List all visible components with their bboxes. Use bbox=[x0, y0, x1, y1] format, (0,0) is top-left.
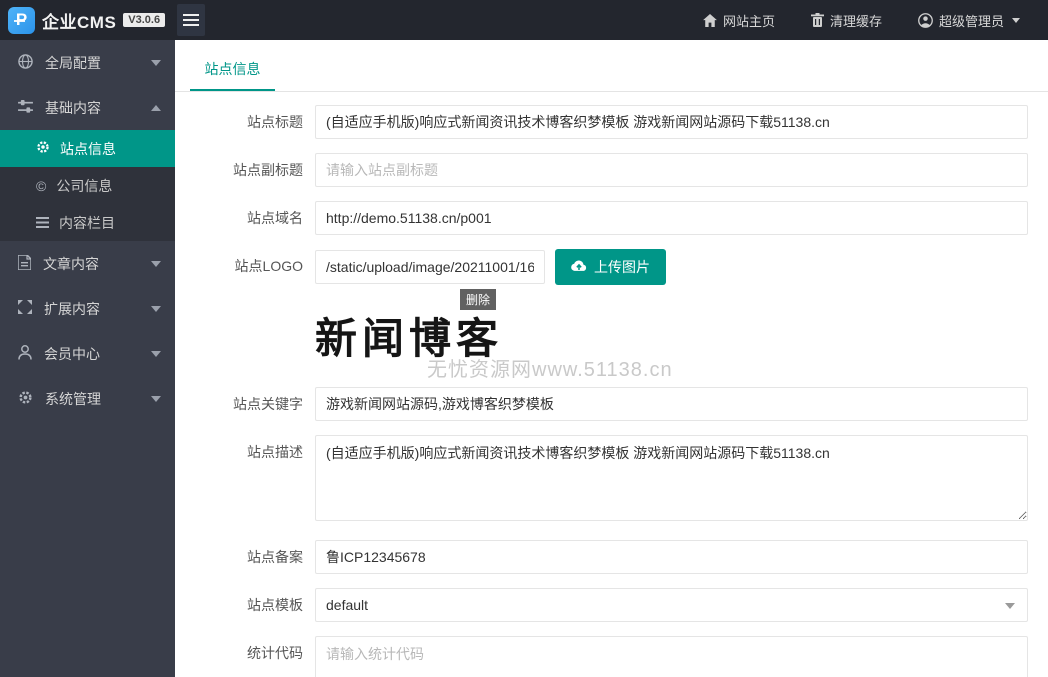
clear-cache-label: 清理缓存 bbox=[829, 13, 882, 29]
delete-image-button[interactable]: 删除 bbox=[460, 289, 497, 310]
site-title-label: 站点标题 bbox=[247, 114, 303, 130]
site-logo-label: 站点LOGO bbox=[234, 258, 303, 274]
caret-down-icon bbox=[151, 59, 161, 66]
form-row-stats-code: 统计代码 bbox=[175, 636, 1028, 677]
sidebar-item-label: 扩展内容 bbox=[44, 300, 100, 317]
sidebar-submenu: 站点信息 © 公司信息 内容栏目 bbox=[0, 130, 175, 241]
trash-icon bbox=[810, 13, 824, 27]
form-row-site-subtitle: 站点副标题 bbox=[175, 153, 1028, 187]
form-row-site-description: 站点描述 (自适应手机版)响应式新闻资讯技术博客织梦模板 游戏新闻网站源码下载5… bbox=[175, 435, 1028, 524]
version-badge: V3.0.6 bbox=[123, 13, 166, 27]
sidebar-subitem-site-info[interactable]: 站点信息 bbox=[0, 130, 175, 167]
cloud-upload-icon bbox=[571, 259, 587, 275]
site-description-textarea[interactable]: (自适应手机版)响应式新闻资讯技术博客织梦模板 游戏新闻网站源码下载51138.… bbox=[315, 435, 1028, 521]
sidebar-item-basic-content[interactable]: 基础内容 bbox=[0, 85, 175, 130]
globe-icon bbox=[18, 53, 33, 72]
copyright-icon: © bbox=[36, 177, 47, 194]
brand-logo-icon: P bbox=[8, 6, 35, 34]
stats-code-label: 统计代码 bbox=[247, 645, 303, 661]
form-row-site-title: 站点标题 bbox=[175, 105, 1028, 139]
admin-app: P 企业CMS V3.0.6 网站主页 清理缓存 超级管理员 全局配置 基础内容… bbox=[0, 0, 1048, 677]
stats-code-textarea[interactable] bbox=[315, 636, 1028, 677]
chevron-down-icon bbox=[1012, 17, 1020, 23]
sidebar-item-system-management[interactable]: 系统管理 bbox=[0, 376, 175, 421]
gear-icon bbox=[36, 140, 50, 157]
caret-up-icon bbox=[151, 104, 161, 111]
sidebar-item-extended-content[interactable]: 扩展内容 bbox=[0, 286, 175, 331]
site-home-label: 网站主页 bbox=[722, 13, 775, 29]
site-domain-input[interactable] bbox=[315, 201, 1028, 235]
tab-site-info[interactable]: 站点信息 bbox=[190, 40, 275, 91]
sidebar-item-label: 系统管理 bbox=[45, 390, 101, 407]
list-icon bbox=[36, 215, 49, 231]
site-template-value: default bbox=[326, 597, 369, 613]
site-logo-image[interactable]: 新闻博客 无忧资源网www.51138.cn bbox=[315, 289, 785, 381]
form-row-site-template: 站点模板 default bbox=[175, 588, 1028, 622]
form-row-site-logo: 站点LOGO 上传图片 bbox=[175, 249, 1028, 285]
site-icp-input[interactable] bbox=[315, 540, 1028, 574]
form-row-site-icp: 站点备案 bbox=[175, 540, 1028, 574]
expand-icon bbox=[18, 300, 32, 317]
hamburger-icon bbox=[183, 14, 199, 16]
sidebar-subitem-label: 内容栏目 bbox=[59, 214, 115, 231]
member-icon bbox=[18, 344, 32, 363]
site-domain-label: 站点域名 bbox=[247, 210, 303, 226]
brand-name: 企业CMS bbox=[42, 12, 117, 32]
site-description-label: 站点描述 bbox=[247, 444, 303, 460]
caret-down-icon bbox=[151, 305, 161, 312]
form-row-site-domain: 站点域名 bbox=[175, 201, 1028, 235]
clear-cache-link[interactable]: 清理缓存 bbox=[797, 0, 896, 40]
caret-down-icon bbox=[151, 350, 161, 357]
logo-watermark-text: 无忧资源网www.51138.cn bbox=[427, 359, 673, 381]
sidebar-subitem-content-columns[interactable]: 内容栏目 bbox=[0, 204, 175, 241]
sidebar-item-label: 基础内容 bbox=[45, 99, 101, 116]
collapse-menu-button[interactable] bbox=[177, 4, 205, 36]
site-keywords-label: 站点关键字 bbox=[233, 396, 303, 412]
logo-preview: 删除 新闻博客 无忧资源网www.51138.cn bbox=[315, 289, 1028, 381]
sliders-icon bbox=[18, 99, 33, 116]
sidebar-subitem-label: 公司信息 bbox=[56, 177, 113, 194]
site-info-form: 站点标题 站点副标题 站点域名 站点LOGO bbox=[175, 92, 1048, 677]
sidebar-subitem-company-info[interactable]: © 公司信息 bbox=[0, 167, 175, 204]
chevron-down-icon bbox=[1005, 603, 1015, 609]
site-subtitle-input[interactable] bbox=[315, 153, 1028, 187]
user-circle-icon bbox=[918, 12, 933, 28]
upload-image-label: 上传图片 bbox=[594, 259, 650, 275]
site-title-input[interactable] bbox=[315, 105, 1028, 139]
site-subtitle-label: 站点副标题 bbox=[233, 162, 303, 178]
site-logo-path-input[interactable] bbox=[315, 250, 545, 284]
document-icon bbox=[17, 253, 32, 273]
sidebar-item-member-center[interactable]: 会员中心 bbox=[0, 331, 175, 376]
sidebar-item-label: 全局配置 bbox=[45, 54, 101, 71]
sidebar-item-global-config[interactable]: 全局配置 bbox=[0, 40, 175, 85]
home-icon bbox=[703, 13, 717, 27]
sidebar-item-label: 文章内容 bbox=[43, 255, 99, 272]
sidebar-item-label: 会员中心 bbox=[44, 345, 100, 362]
caret-down-icon bbox=[151, 395, 161, 402]
main-content: 站点信息 站点标题 站点副标题 站点域名 站点LOGO bbox=[175, 40, 1048, 677]
tab-bar: 站点信息 bbox=[175, 40, 1048, 92]
site-template-label: 站点模板 bbox=[247, 597, 303, 613]
topbar: P 企业CMS V3.0.6 网站主页 清理缓存 超级管理员 bbox=[0, 0, 1048, 40]
sidebar-item-article-content[interactable]: 文章内容 bbox=[0, 241, 175, 286]
upload-image-button[interactable]: 上传图片 bbox=[555, 249, 666, 285]
sidebar-subitem-label: 站点信息 bbox=[60, 140, 116, 157]
topbar-nav: 网站主页 清理缓存 超级管理员 bbox=[689, 0, 1048, 40]
admin-user-label: 超级管理员 bbox=[938, 13, 1004, 29]
site-template-select[interactable]: default bbox=[315, 588, 1028, 622]
gear-icon bbox=[18, 390, 33, 408]
sidebar: 全局配置 基础内容 站点信息 © 公司信息 内容栏目 文章内容 扩展内容 会员中… bbox=[0, 40, 175, 677]
caret-down-icon bbox=[151, 260, 161, 267]
form-row-site-keywords: 站点关键字 bbox=[175, 387, 1028, 421]
brand: P 企业CMS V3.0.6 bbox=[0, 6, 175, 34]
site-home-link[interactable]: 网站主页 bbox=[689, 0, 789, 40]
admin-user-menu[interactable]: 超级管理员 bbox=[904, 0, 1034, 40]
site-keywords-input[interactable] bbox=[315, 387, 1028, 421]
site-icp-label: 站点备案 bbox=[247, 549, 303, 565]
